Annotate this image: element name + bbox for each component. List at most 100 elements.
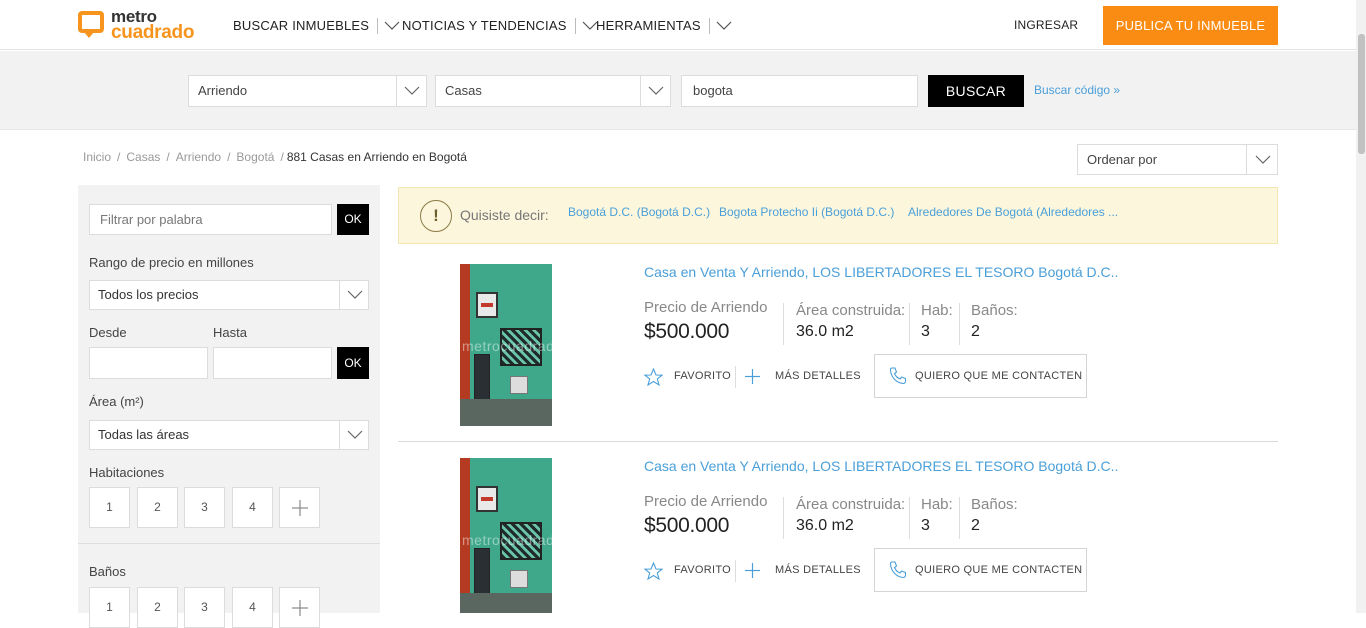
price-from-label: Desde (89, 325, 127, 340)
listing-title-link[interactable]: Casa en Venta Y Arriendo, LOS LIBERTADOR… (644, 458, 1118, 474)
plus-icon (292, 600, 308, 616)
phone-icon (889, 367, 907, 385)
suggestion-link[interactable]: Bogota Protecho Ii (Bogotá D.C.) (719, 205, 894, 219)
chevron-down-icon (347, 290, 363, 299)
suggestion-link[interactable]: Alrededores De Bogotá (Alrededores ... (908, 205, 1118, 219)
rooms-option-1[interactable]: 1 (89, 487, 130, 528)
baths-value: 2 (971, 323, 980, 340)
search-by-code-link[interactable]: Buscar código » (1034, 83, 1120, 97)
baths-option-4[interactable]: 4 (232, 587, 273, 628)
rooms-label: Hab: (921, 496, 953, 513)
listing-card: metrocuadrado Casa en Venta Y Arriendo, … (398, 442, 1278, 613)
baths-option-2[interactable]: 2 (137, 587, 178, 628)
contact-label: QUIERO QUE ME CONTACTEN (915, 564, 1083, 576)
price-value: $500.000 (644, 514, 730, 537)
listing-title-link[interactable]: Casa en Venta Y Arriendo, LOS LIBERTADOR… (644, 264, 1118, 280)
breadcrumb-bogota[interactable]: Bogotá (236, 150, 274, 164)
plus-icon[interactable] (745, 369, 760, 384)
price-range-select[interactable]: Todos los precios (89, 280, 369, 310)
chevron-down-icon (648, 86, 664, 95)
area-label: Área (m²) (89, 394, 144, 409)
price-to-input[interactable] (213, 347, 332, 379)
sort-select[interactable]: Ordenar por (1077, 144, 1278, 175)
more-details-button[interactable]: MÁS DETALLES (775, 370, 861, 382)
price-value: $500.000 (644, 320, 730, 343)
area-label: Área construida: (796, 496, 906, 513)
rooms-label: Habitaciones (89, 465, 165, 480)
search-button[interactable]: BUSCAR (928, 75, 1024, 107)
baths-more-button[interactable] (279, 587, 320, 628)
rooms-option-3[interactable]: 3 (184, 487, 225, 528)
chevron-down-icon (347, 430, 363, 439)
area-value: 36.0 m2 (796, 323, 854, 340)
star-icon[interactable] (644, 562, 663, 580)
contact-label: QUIERO QUE ME CONTACTEN (915, 370, 1083, 382)
keyword-filter-input[interactable]: Filtrar por palabra (89, 204, 332, 235)
breadcrumb-inicio[interactable]: Inicio (83, 150, 111, 164)
nav-label: HERRAMIENTAS (596, 18, 701, 33)
nav-label: BUSCAR INMUEBLES (233, 18, 370, 33)
plus-icon[interactable] (745, 563, 760, 578)
property-type-select[interactable]: Casas (435, 75, 671, 107)
login-link[interactable]: INGRESAR (1014, 18, 1078, 32)
baths-label: Baños (89, 564, 126, 579)
area-value: Todas las áreas (98, 427, 190, 442)
price-to-label: Hasta (213, 325, 247, 340)
operation-select[interactable]: Arriendo (188, 75, 427, 107)
phone-icon (889, 561, 907, 579)
contact-me-button[interactable]: QUIERO QUE ME CONTACTEN (874, 354, 1087, 398)
baths-option-1[interactable]: 1 (89, 587, 130, 628)
star-icon[interactable] (644, 368, 663, 386)
rooms-option-2[interactable]: 2 (137, 487, 178, 528)
chevron-down-icon (384, 21, 400, 30)
baths-option-3[interactable]: 3 (184, 587, 225, 628)
breadcrumb-casas[interactable]: Casas (126, 150, 160, 164)
listing-card: metrocuadrado Casa en Venta Y Arriendo, … (398, 248, 1278, 442)
nav-noticias-tendencias[interactable]: NOTICIAS Y TENDENCIAS (402, 17, 598, 34)
baths-value: 2 (971, 517, 980, 534)
nav-buscar-inmuebles[interactable]: BUSCAR INMUEBLES (233, 17, 400, 34)
more-details-button[interactable]: MÁS DETALLES (775, 564, 861, 576)
contact-me-button[interactable]: QUIERO QUE ME CONTACTEN (874, 548, 1087, 592)
sidebar-divider (78, 543, 380, 544)
nav-herramientas[interactable]: HERRAMIENTAS (596, 17, 732, 34)
baths-label: Baños: (971, 302, 1018, 319)
plus-icon (292, 500, 308, 516)
price-range-value: Todos los precios (98, 287, 199, 302)
chevron-down-icon (716, 21, 732, 30)
photo-watermark: metrocuadrado (462, 338, 552, 354)
scrollbar-thumb[interactable] (1358, 34, 1365, 154)
price-from-input[interactable] (89, 347, 208, 379)
did-you-mean-box: ! Quisiste decir: Bogotá D.C. (Bogotá D.… (398, 187, 1278, 244)
keyword-ok-button[interactable]: OK (337, 204, 369, 235)
chevron-down-icon (404, 86, 420, 95)
area-value: 36.0 m2 (796, 517, 854, 534)
baths-label: Baños: (971, 496, 1018, 513)
location-input[interactable]: bogota (681, 75, 918, 107)
favorite-button[interactable]: FAVORITO (674, 564, 731, 576)
publish-property-button[interactable]: PUBLICA TU INMUEBLE (1103, 6, 1278, 45)
site-header: metro cuadrado BUSCAR INMUEBLES NOTICIAS… (0, 0, 1356, 50)
sort-label: Ordenar por (1087, 152, 1158, 167)
rooms-more-button[interactable] (279, 487, 320, 528)
logo-text-line2: cuadrado (111, 22, 195, 43)
breadcrumb-arriendo[interactable]: Arriendo (176, 150, 221, 164)
listing-photo[interactable]: metrocuadrado (460, 458, 552, 613)
breadcrumb: Inicio / Casas / Arriendo / Bogotá/881 Casas e… (83, 150, 467, 164)
results-count: 881 Casas en Arriendo en Bogotá (286, 150, 467, 164)
chevron-down-icon (1255, 155, 1271, 164)
exclamation-icon: ! (420, 200, 452, 232)
suggestion-link[interactable]: Bogotá D.C. (Bogotá D.C.) (568, 205, 710, 219)
did-you-mean-label: Quisiste decir: (460, 207, 549, 223)
price-label: Precio de Arriendo (644, 299, 768, 316)
rooms-value: 3 (921, 517, 930, 534)
price-ok-button[interactable]: OK (337, 347, 369, 379)
photo-watermark: metrocuadrado (462, 532, 552, 548)
favorite-button[interactable]: FAVORITO (674, 370, 731, 382)
operation-value: Arriendo (198, 83, 248, 98)
area-select[interactable]: Todas las áreas (89, 420, 369, 450)
listing-photo[interactable]: metrocuadrado (460, 264, 552, 426)
rooms-option-4[interactable]: 4 (232, 487, 273, 528)
area-label: Área construida: (796, 302, 906, 319)
metrocuadrado-logo[interactable]: metro cuadrado (78, 8, 203, 42)
